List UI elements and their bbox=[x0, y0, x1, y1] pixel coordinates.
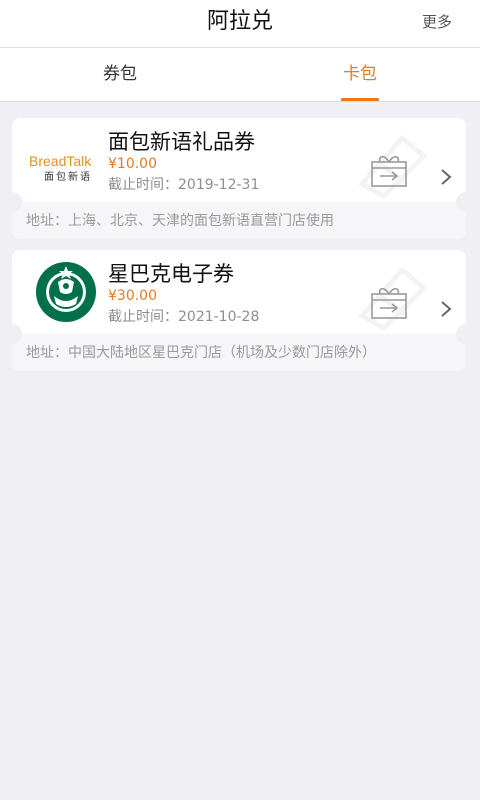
card-address: 地址：上海、北京、天津的面包新语直营门店使用 bbox=[26, 213, 334, 229]
card-expiry: 截止时间：2021-10-28 bbox=[108, 306, 259, 326]
tab-bar: 券包 卡包 bbox=[0, 48, 480, 102]
tab-coupons[interactable]: 券包 bbox=[0, 48, 240, 102]
card-item[interactable]: 星巴克电子券 ¥30.00 截止时间：2021-10-28 地址：中国大陆地区星… bbox=[12, 250, 466, 371]
breadtalk-logo: BreadTalk 面包新语 bbox=[29, 153, 92, 183]
expiry-date: 2021-10-28 bbox=[178, 309, 260, 325]
card-price: ¥10.00 bbox=[108, 156, 157, 172]
more-button[interactable]: 更多 bbox=[422, 0, 452, 48]
expiry-date: 2019-12-31 bbox=[178, 177, 260, 193]
card-expiry: 截止时间：2019-12-31 bbox=[108, 174, 259, 194]
card-main[interactable]: BreadTalk 面包新语 面包新语礼品券 ¥10.00 截止时间：2019-… bbox=[12, 118, 466, 202]
tab-coupons-label: 券包 bbox=[103, 64, 137, 84]
svg-text:面包新语: 面包新语 bbox=[44, 170, 92, 183]
card-footer: 地址：中国大陆地区星巴克门店（机场及少数门店除外） bbox=[12, 334, 466, 371]
card-main[interactable]: 星巴克电子券 ¥30.00 截止时间：2021-10-28 bbox=[12, 250, 466, 334]
card-item[interactable]: BreadTalk 面包新语 面包新语礼品券 ¥10.00 截止时间：2019-… bbox=[12, 118, 466, 239]
card-name: 星巴克电子券 bbox=[108, 262, 234, 286]
card-footer: 地址：上海、北京、天津的面包新语直营门店使用 bbox=[12, 202, 466, 239]
card-name: 面包新语礼品券 bbox=[108, 130, 255, 154]
expiry-label: 截止时间： bbox=[108, 177, 178, 193]
tab-cards-label: 卡包 bbox=[343, 64, 377, 84]
active-tab-indicator bbox=[341, 98, 379, 101]
top-bar: 阿拉兑 更多 bbox=[0, 0, 480, 48]
gift-icon[interactable] bbox=[370, 152, 408, 188]
chevron-right-icon[interactable] bbox=[440, 300, 452, 318]
card-price: ¥30.00 bbox=[108, 288, 157, 304]
expiry-label: 截止时间： bbox=[108, 309, 178, 325]
chevron-right-icon[interactable] bbox=[440, 168, 452, 186]
tab-cards[interactable]: 卡包 bbox=[240, 48, 480, 102]
card-address: 地址：中国大陆地区星巴克门店（机场及少数门店除外） bbox=[26, 345, 376, 361]
starbucks-logo bbox=[36, 262, 96, 322]
gift-icon[interactable] bbox=[370, 284, 408, 320]
svg-text:BreadTalk: BreadTalk bbox=[29, 153, 92, 169]
page-title: 阿拉兑 bbox=[206, 9, 273, 34]
